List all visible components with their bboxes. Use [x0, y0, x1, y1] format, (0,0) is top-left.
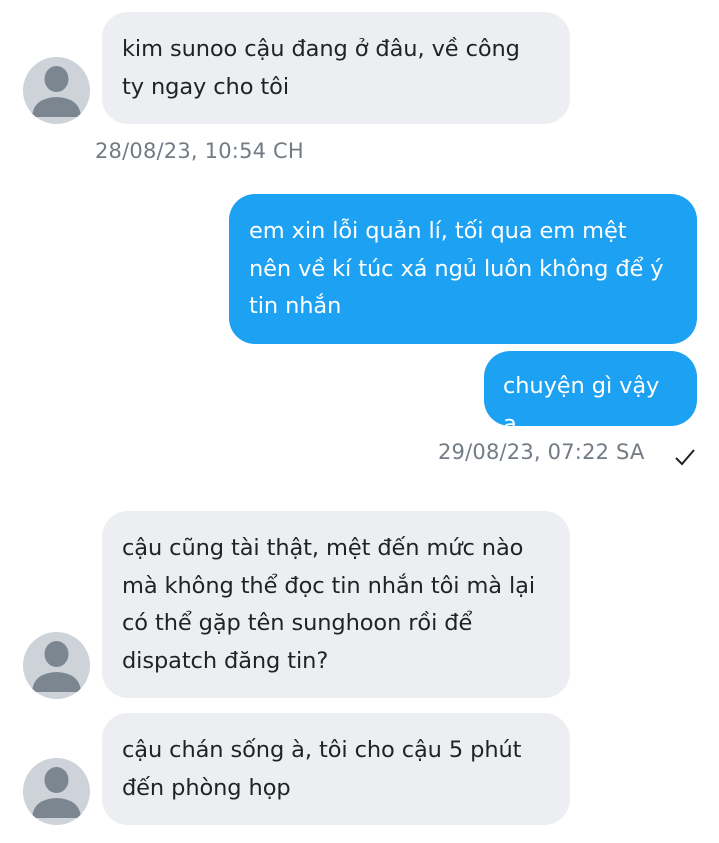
avatar[interactable] — [23, 632, 90, 699]
message-bubble-outgoing[interactable]: chuyện gì vậy ạ — [484, 351, 697, 437]
message-timestamp: 29/08/23, 07:22 SA — [438, 440, 645, 464]
user-icon — [32, 767, 81, 818]
message-bubble-incoming[interactable]: cậu chán sống à, tôi cho cậu 5 phút đến … — [102, 713, 570, 825]
user-icon — [32, 66, 81, 117]
message-timestamp: 28/08/23, 10:54 CH — [95, 139, 304, 163]
user-icon — [32, 641, 81, 692]
message-bubble-outgoing[interactable]: em xin lỗi quản lí, tối qua em mệt nên v… — [229, 194, 697, 344]
avatar[interactable] — [23, 57, 90, 124]
message-bubble-incoming[interactable]: kim sunoo cậu đang ở đâu, về công ty nga… — [102, 12, 570, 124]
avatar[interactable] — [23, 758, 90, 825]
message-bubble-incoming[interactable]: cậu cũng tài thật, mệt đến mức nào mà kh… — [102, 511, 570, 698]
checkmark-icon — [675, 449, 695, 466]
